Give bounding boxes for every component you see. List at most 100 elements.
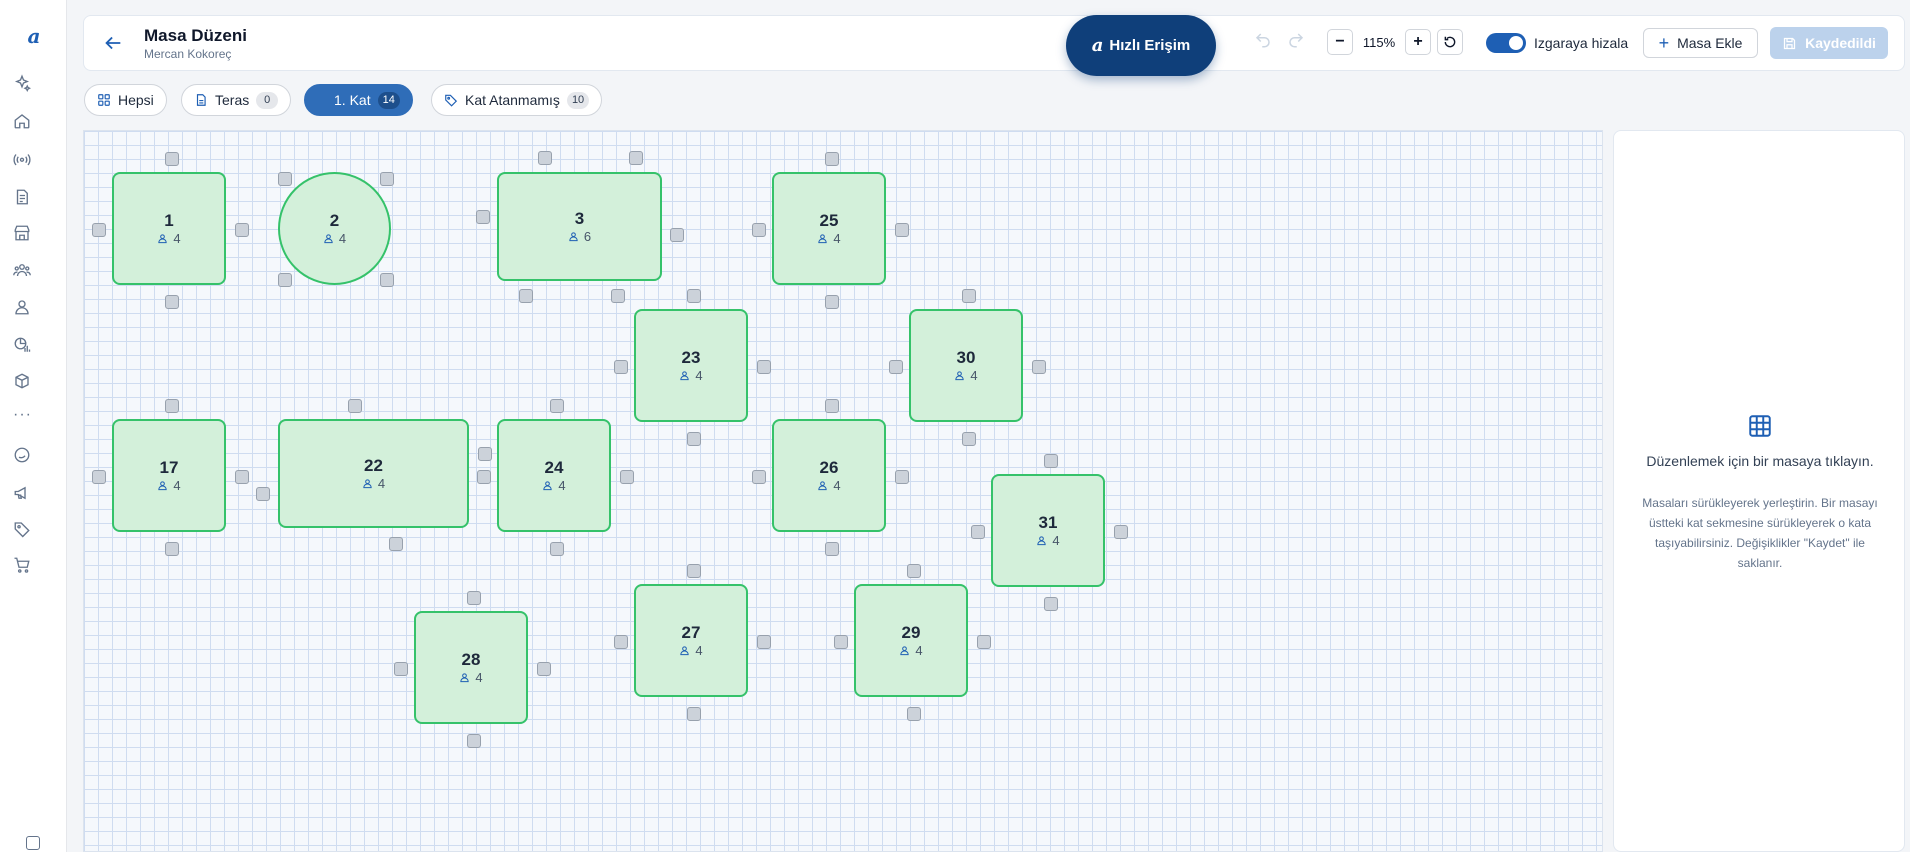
app-logo[interactable]: a xyxy=(22,24,46,48)
chair[interactable] xyxy=(752,470,766,484)
chair[interactable] xyxy=(620,470,634,484)
chair[interactable] xyxy=(614,360,628,374)
tab-all[interactable]: Hepsi xyxy=(84,84,167,116)
chair[interactable] xyxy=(687,564,701,578)
chair[interactable] xyxy=(256,487,270,501)
collapse-sidebar-icon[interactable] xyxy=(26,836,40,850)
table-23[interactable]: 23 4 xyxy=(634,309,748,422)
chair[interactable] xyxy=(235,223,249,237)
chair[interactable] xyxy=(614,635,628,649)
chair[interactable] xyxy=(477,470,491,484)
chair[interactable] xyxy=(92,223,106,237)
chair[interactable] xyxy=(757,635,771,649)
chair[interactable] xyxy=(389,537,403,551)
chair[interactable] xyxy=(380,273,394,287)
chair[interactable] xyxy=(895,223,909,237)
chair[interactable] xyxy=(476,210,490,224)
chair[interactable] xyxy=(757,360,771,374)
chair[interactable] xyxy=(394,662,408,676)
chair[interactable] xyxy=(235,470,249,484)
chair[interactable] xyxy=(278,172,292,186)
chair[interactable] xyxy=(971,525,985,539)
more-icon[interactable]: ··· xyxy=(13,406,31,424)
chair[interactable] xyxy=(687,432,701,446)
chair[interactable] xyxy=(687,289,701,303)
add-table-button[interactable]: + Masa Ekle xyxy=(1643,28,1758,58)
chair[interactable] xyxy=(537,662,551,676)
chair[interactable] xyxy=(478,447,492,461)
table-27[interactable]: 27 4 xyxy=(634,584,748,697)
chair[interactable] xyxy=(907,707,921,721)
chair[interactable] xyxy=(1044,454,1058,468)
chair[interactable] xyxy=(1032,360,1046,374)
save-button[interactable]: Kaydedildi xyxy=(1770,27,1888,59)
table-24[interactable]: 24 4 xyxy=(497,419,611,532)
chair[interactable] xyxy=(889,360,903,374)
chair[interactable] xyxy=(834,635,848,649)
zoom-in-button[interactable]: + xyxy=(1405,29,1431,55)
table-29[interactable]: 29 4 xyxy=(854,584,968,697)
chair[interactable] xyxy=(1044,597,1058,611)
chair[interactable] xyxy=(165,542,179,556)
tab-floor-1[interactable]: 1. Kat 14 xyxy=(304,84,413,116)
zoom-out-button[interactable]: − xyxy=(1327,29,1353,55)
chair[interactable] xyxy=(825,399,839,413)
chair[interactable] xyxy=(962,432,976,446)
chair[interactable] xyxy=(895,470,909,484)
snap-to-grid-toggle[interactable] xyxy=(1486,33,1526,53)
broadcast-icon[interactable] xyxy=(13,150,31,168)
store-icon[interactable] xyxy=(13,224,31,242)
chair[interactable] xyxy=(670,228,684,242)
tab-terrace[interactable]: Teras 0 xyxy=(181,84,292,116)
tab-unassigned[interactable]: Kat Atanmamış 10 xyxy=(431,84,603,116)
chair[interactable] xyxy=(165,295,179,309)
table-17[interactable]: 17 4 xyxy=(112,419,226,532)
chair[interactable] xyxy=(92,470,106,484)
chair[interactable] xyxy=(467,591,481,605)
back-arrow-icon[interactable] xyxy=(102,32,124,54)
tag-icon[interactable] xyxy=(13,520,31,538)
inventory-icon[interactable] xyxy=(13,372,31,390)
table-2[interactable]: 2 4 xyxy=(278,172,391,285)
undo-icon[interactable] xyxy=(1254,31,1272,49)
table-30[interactable]: 30 4 xyxy=(909,309,1023,422)
chair[interactable] xyxy=(629,151,643,165)
chair[interactable] xyxy=(550,542,564,556)
redo-icon[interactable] xyxy=(1287,31,1305,49)
chair[interactable] xyxy=(825,152,839,166)
chair[interactable] xyxy=(348,399,362,413)
chair[interactable] xyxy=(165,399,179,413)
sparkles-icon[interactable] xyxy=(13,74,32,93)
chair[interactable] xyxy=(752,223,766,237)
orders-icon[interactable] xyxy=(13,188,31,206)
chair[interactable] xyxy=(538,151,552,165)
floor-plan-canvas[interactable]: 1 4 2 4 3 6 25 4 23 4 30 4 17 4 22 4 24 … xyxy=(83,130,1603,852)
campaign-icon[interactable] xyxy=(13,446,31,464)
cart-icon[interactable] xyxy=(13,556,31,574)
chair[interactable] xyxy=(550,399,564,413)
reports-icon[interactable] xyxy=(13,336,31,354)
chair[interactable] xyxy=(907,564,921,578)
chair[interactable] xyxy=(825,295,839,309)
chair[interactable] xyxy=(962,289,976,303)
reset-zoom-button[interactable] xyxy=(1437,29,1463,55)
staff-icon[interactable] xyxy=(13,261,31,279)
chair[interactable] xyxy=(611,289,625,303)
table-1[interactable]: 1 4 xyxy=(112,172,226,285)
chair[interactable] xyxy=(380,172,394,186)
chair[interactable] xyxy=(977,635,991,649)
home-icon[interactable] xyxy=(13,112,31,130)
chair[interactable] xyxy=(519,289,533,303)
chair[interactable] xyxy=(687,707,701,721)
table-25[interactable]: 25 4 xyxy=(772,172,886,285)
chair[interactable] xyxy=(165,152,179,166)
chair[interactable] xyxy=(825,542,839,556)
table-31[interactable]: 31 4 xyxy=(991,474,1105,587)
user-icon[interactable] xyxy=(13,298,31,316)
chair[interactable] xyxy=(1114,525,1128,539)
megaphone-icon[interactable] xyxy=(13,484,31,502)
table-22[interactable]: 22 4 xyxy=(278,419,469,528)
quick-access-button[interactable]: a Hızlı Erişim xyxy=(1066,15,1216,76)
table-3[interactable]: 3 6 xyxy=(497,172,662,281)
chair[interactable] xyxy=(278,273,292,287)
